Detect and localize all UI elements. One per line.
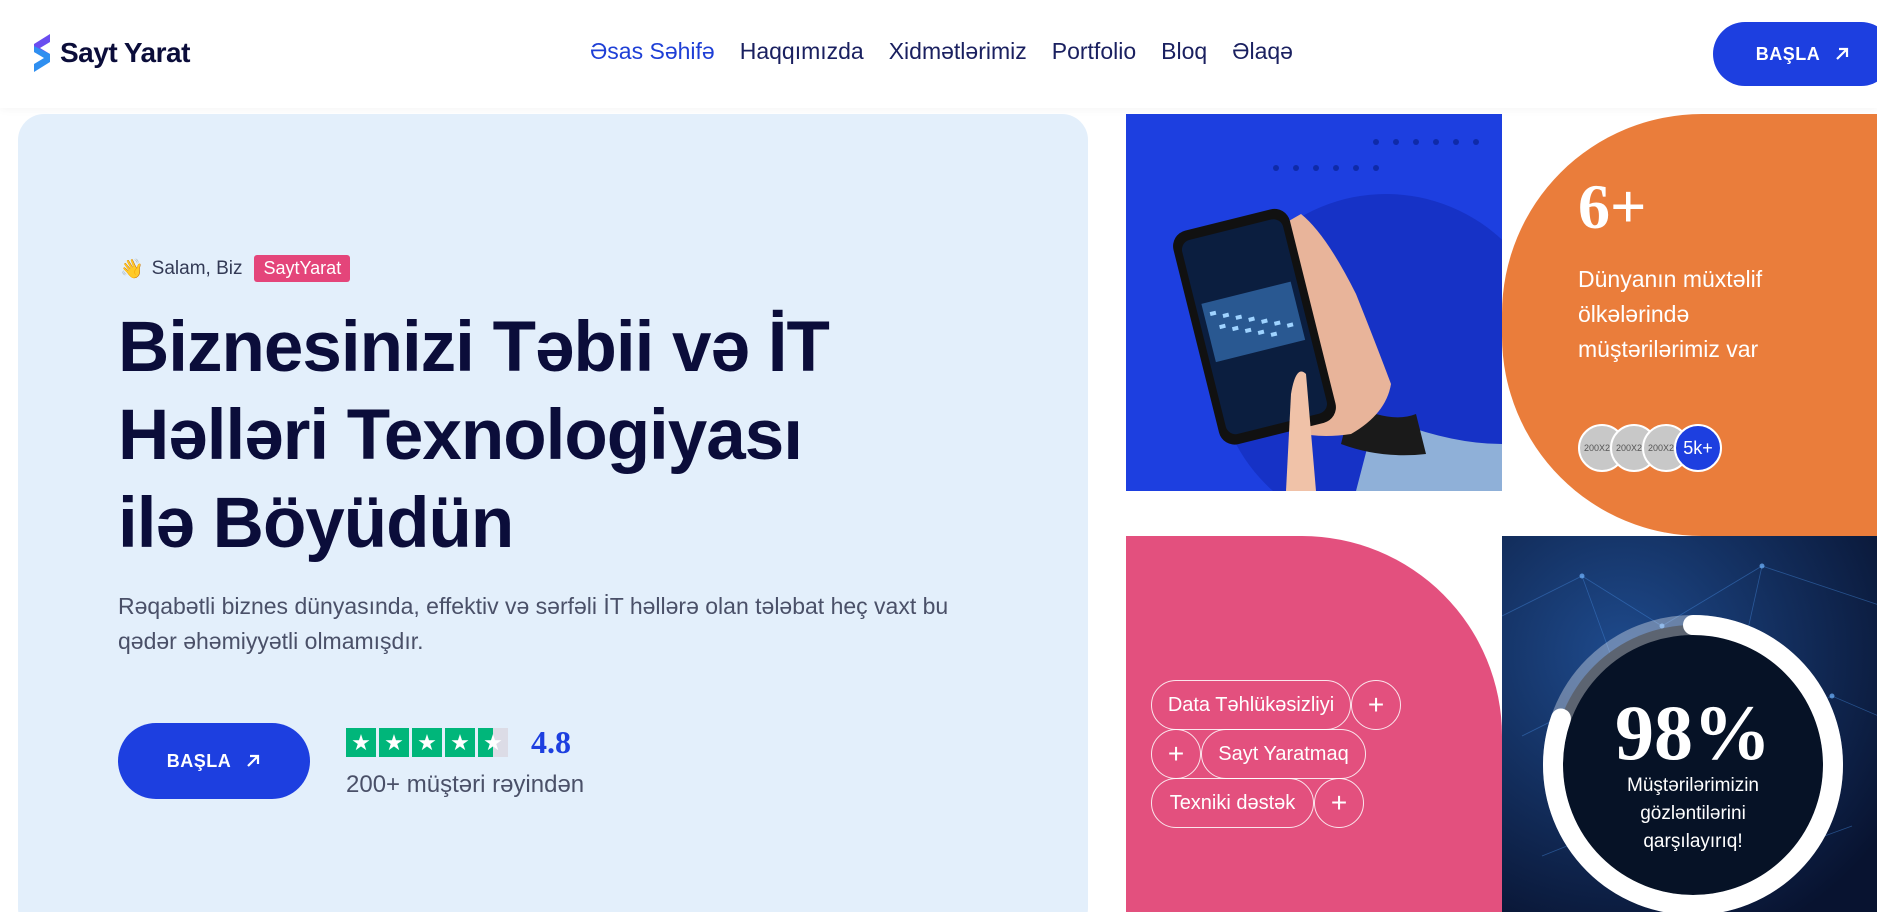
greeting-text: Salam, Biz <box>151 257 243 279</box>
star-icon: ★ <box>412 728 442 757</box>
star-icon: ★ <box>346 728 376 757</box>
nav-about[interactable]: Haqqımızda <box>740 38 864 65</box>
hero-greeting: 👋 Salam, Biz SaytYarat <box>120 255 351 282</box>
phone-image-tile <box>1126 114 1502 491</box>
nav-services[interactable]: Xidmətlərimiz <box>889 38 1027 65</box>
rating-text: 200+ müştəri rəyindən <box>346 771 585 798</box>
plus-icon[interactable]: + <box>1351 680 1401 730</box>
arrow-up-right-icon <box>1836 47 1849 60</box>
hero-start-button[interactable]: BAŞLA <box>118 723 310 799</box>
service-pill-website[interactable]: Sayt Yaratmaq <box>1201 729 1366 779</box>
plus-icon[interactable]: + <box>1151 729 1201 779</box>
client-avatars: 200X200 200X200 200X200 5k+ <box>1578 424 1722 472</box>
site-header: Sayt Yarat Əsas Səhifə Haqqımızda Xidmət… <box>0 0 1877 108</box>
satisfaction-percent: 98% <box>1615 689 1771 776</box>
star-icon: ★ <box>445 728 475 757</box>
countries-text: Dünyanın müxtəlif ölkələrində müştərilər… <box>1578 266 1763 362</box>
logo-icon <box>34 34 50 72</box>
plus-icon[interactable]: + <box>1314 778 1364 828</box>
hero-headline: Biznesinizi Təbii və İT Həlləri Texnolog… <box>118 304 838 568</box>
rating-stars: ★ ★ ★ ★ ★ 4.8 <box>346 724 584 761</box>
countries-number: 6+ <box>1578 171 1647 242</box>
rating-block: ★ ★ ★ ★ ★ 4.8 200+ müştəri rəyindən <box>346 724 584 799</box>
logo-text: Sayt Yarat <box>60 37 190 68</box>
header-start-button[interactable]: BAŞLA <box>1713 22 1877 86</box>
half-star-icon: ★ <box>478 728 508 757</box>
headline-line-1: Biznesinizi Təbii və İT <box>118 308 830 387</box>
rating-score: 4.8 <box>531 724 571 760</box>
header-start-label: BAŞLA <box>1755 43 1821 64</box>
nav-home[interactable]: Əsas Səhifə <box>590 38 715 65</box>
main-nav: Əsas Səhifə Haqqımızda Xidmətlərimiz Por… <box>590 38 1293 65</box>
hero-card: 👋 Salam, Biz SaytYarat Biznesinizi Təbii… <box>18 114 1088 912</box>
clients-count-badge: 5k+ <box>1674 424 1722 472</box>
wave-icon: 👋 <box>120 258 144 280</box>
hero-start-label: BAŞLA <box>166 750 232 771</box>
phone-in-hand-image <box>1173 139 1502 491</box>
nav-contact[interactable]: Əlaqə <box>1232 38 1293 65</box>
hero-description: Rəqabətli biznes dünyasında, effektiv və… <box>118 593 949 654</box>
satisfaction-text: Müştərilərimizin gözləntilərini qarşılay… <box>1627 775 1759 852</box>
headline-line-3: ilə Böyüdün <box>118 484 514 563</box>
service-pill-data-security[interactable]: Data Təhlükəsizliyi <box>1151 680 1351 730</box>
brand-tag: SaytYarat <box>254 255 351 282</box>
star-icon: ★ <box>379 728 409 757</box>
logo[interactable]: Sayt Yarat <box>32 32 190 74</box>
nav-blog[interactable]: Bloq <box>1161 38 1207 65</box>
service-pill-tech-support[interactable]: Texniki dəstək <box>1151 778 1314 828</box>
nav-portfolio[interactable]: Portfolio <box>1052 38 1136 65</box>
headline-line-2: Həlləri Texnologiyası <box>118 396 803 475</box>
arrow-up-right-icon <box>247 754 260 767</box>
